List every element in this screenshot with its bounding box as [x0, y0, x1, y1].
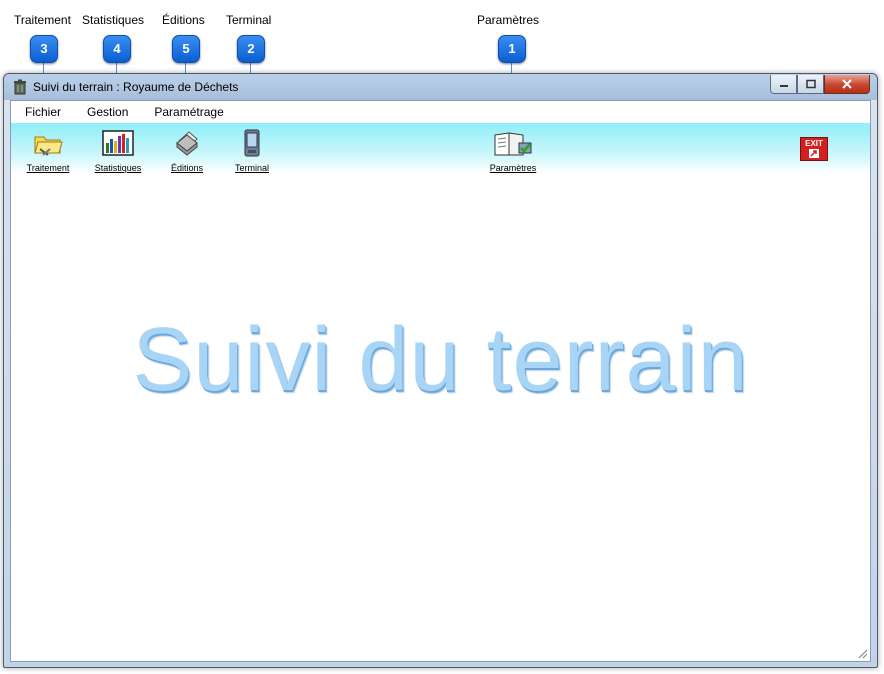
client-area: Fichier Gestion Paramétrage Traitement S…	[10, 100, 871, 662]
menu-parametrage[interactable]: Paramétrage	[152, 103, 225, 121]
callout-label-editions: Éditions	[162, 13, 205, 27]
statistiques-button[interactable]: Statistiques	[86, 129, 150, 173]
handheld-terminal-icon	[244, 129, 260, 157]
book-checkmark-icon	[494, 132, 532, 156]
editions-label: Éditions	[170, 163, 204, 173]
callout-label-parametres: Paramètres	[477, 13, 540, 27]
callout-label-terminal: Terminal	[226, 13, 272, 27]
printer-icon	[176, 131, 198, 156]
title-bar[interactable]: Suivi du terrain : Royaume de Déchets	[4, 74, 877, 100]
callout-label-statistiques: Statistiques	[82, 13, 145, 27]
menu-fichier[interactable]: Fichier	[23, 103, 63, 121]
minimize-icon	[779, 85, 788, 87]
parametres-button[interactable]: Paramètres	[481, 129, 545, 173]
editions-button[interactable]: Éditions	[155, 129, 219, 173]
exit-arrow-icon	[809, 149, 819, 158]
terminal-button[interactable]: Terminal	[220, 129, 284, 173]
window-title: Suivi du terrain : Royaume de Déchets	[33, 80, 239, 94]
trash-bin-icon	[14, 79, 26, 95]
menu-bar: Fichier Gestion Paramétrage	[11, 101, 870, 123]
parametres-label: Paramètres	[489, 163, 537, 173]
traitement-label: Traitement	[26, 163, 70, 173]
terminal-label: Terminal	[234, 163, 269, 173]
menu-gestion[interactable]: Gestion	[85, 103, 130, 121]
minimize-button[interactable]	[770, 75, 797, 94]
callout-badge: 5	[172, 35, 200, 63]
callout-badge: 3	[30, 35, 58, 63]
maximize-button[interactable]	[797, 75, 824, 94]
toolbar: Traitement Statistiques Éditions Termina…	[11, 123, 870, 173]
exit-button[interactable]: EXIT	[800, 137, 828, 161]
close-icon	[842, 79, 852, 89]
callout-label-traitement: Traitement	[14, 13, 71, 27]
exit-label: EXIT	[805, 139, 823, 148]
callout-badge: 1	[498, 35, 526, 63]
traitement-button[interactable]: Traitement	[16, 129, 80, 173]
callout-badge: 2	[237, 35, 265, 63]
resize-grip-icon[interactable]	[856, 647, 868, 659]
banner-title: Suivi du terrain	[132, 310, 749, 410]
statistiques-label: Statistiques	[94, 163, 142, 173]
app-window: Suivi du terrain : Royaume de Déchets Fi…	[3, 73, 878, 668]
close-button[interactable]	[824, 75, 870, 94]
folder-tools-icon	[34, 136, 63, 156]
bar-chart-icon	[102, 130, 134, 156]
callout-badge: 4	[103, 35, 131, 63]
maximize-icon	[805, 79, 816, 89]
